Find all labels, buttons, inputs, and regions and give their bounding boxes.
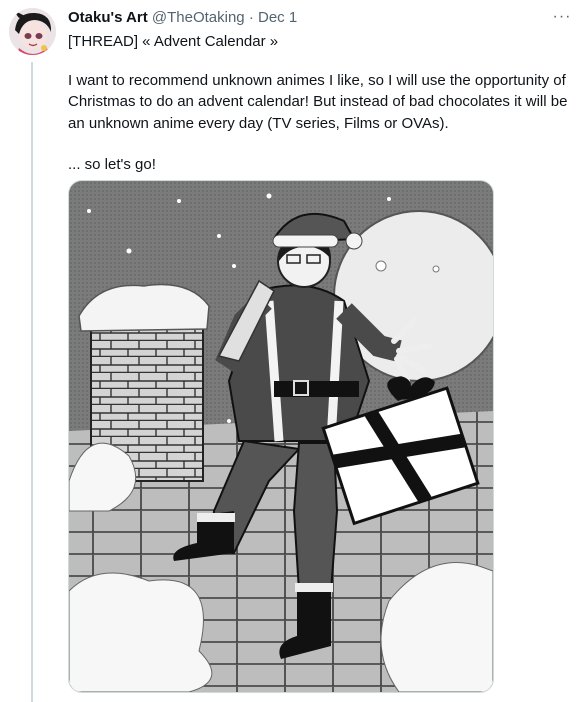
manga-illustration — [69, 181, 493, 692]
thread-line — [31, 62, 33, 702]
author-handle[interactable]: @TheOtaking — [152, 9, 245, 26]
tweet-card[interactable]: Otaku's Art @TheOtaking · Dec 1 ··· [THR… — [0, 0, 584, 702]
more-options-icon[interactable]: ··· — [550, 8, 574, 28]
avatar-image — [9, 8, 56, 55]
tweet-header: Otaku's Art @TheOtaking · Dec 1 — [68, 8, 548, 28]
tweet-timestamp[interactable]: Dec 1 — [258, 9, 297, 26]
tweet-closing: ... so let's go! — [68, 156, 156, 173]
tweet-media[interactable] — [68, 180, 494, 693]
avatar[interactable] — [9, 8, 56, 55]
separator-dot: · — [248, 9, 254, 26]
thread-title: [THREAD] « Advent Calendar » — [68, 33, 279, 50]
author-name[interactable]: Otaku's Art — [68, 9, 148, 26]
tweet-paragraph: I want to recommend unknown animes I lik… — [68, 71, 568, 132]
tweet-text: [THREAD] « Advent Calendar » I want to r… — [68, 31, 580, 176]
